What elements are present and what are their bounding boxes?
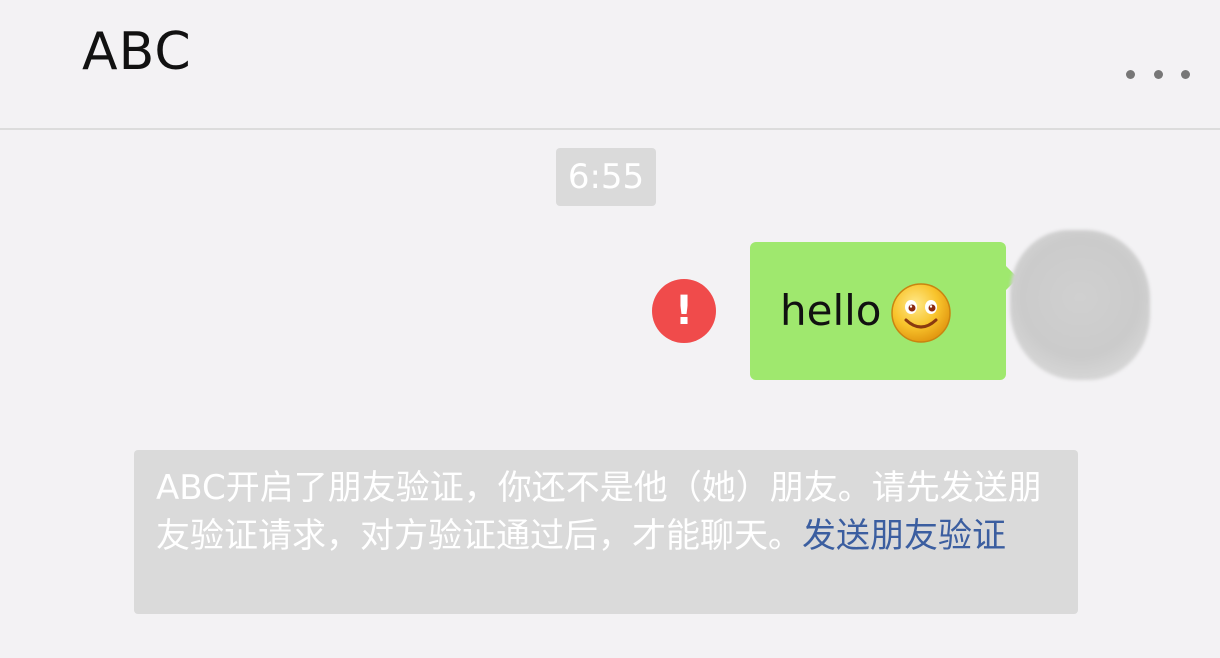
friend-verification-notice: ABC开启了朋友验证，你还不是他（她）朋友。请先发送朋友验证请求，对方验证通过后… — [134, 450, 1078, 614]
error-icon[interactable]: ! — [652, 279, 716, 343]
chat-header: ABC — [0, 0, 1220, 130]
message-timestamp: 6:55 — [556, 148, 656, 206]
message-text: hello — [780, 286, 882, 335]
chat-title: ABC — [82, 22, 192, 82]
more-dot — [1153, 69, 1163, 79]
smiley-icon — [891, 283, 951, 343]
more-dot — [1181, 69, 1190, 79]
avatar[interactable] — [1010, 230, 1150, 380]
more-dots-icon[interactable] — [1126, 60, 1190, 88]
message-bubble[interactable]: hello — [750, 242, 1018, 380]
send-verification-link[interactable]: 发送朋友验证 — [802, 516, 1006, 556]
more-dot — [1126, 69, 1135, 79]
